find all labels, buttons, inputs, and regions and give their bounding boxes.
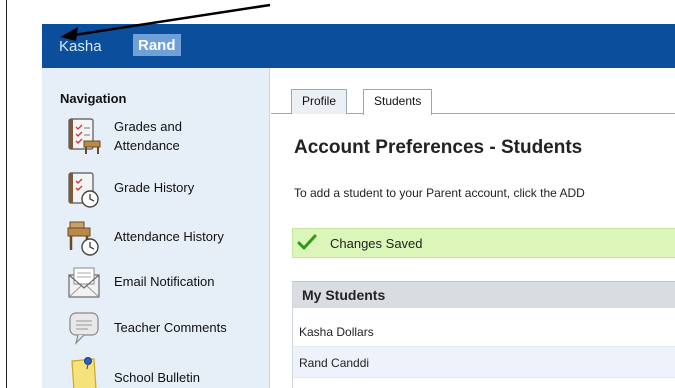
email-notification-icon: [68, 267, 100, 298]
changes-saved-text: Changes Saved: [330, 236, 423, 251]
window-top-area: [6, 0, 675, 22]
my-students-header: My Students: [293, 281, 675, 308]
sidebar-item-label: Grades and: [114, 119, 182, 134]
tab-strip: Profile Students: [271, 86, 675, 115]
my-students-title: My Students: [302, 287, 386, 303]
tab-profile[interactable]: Profile: [291, 89, 348, 114]
tab-students[interactable]: Students: [363, 89, 433, 115]
sidebar-item-label: Grade History: [114, 180, 195, 195]
teacher-comments-icon: [69, 312, 99, 345]
sidebar-item-label: School Bulletin: [114, 370, 200, 385]
sidebar-item-school-bulletin[interactable]: School Bulletin: [66, 355, 266, 388]
student-selector-kasha[interactable]: Kasha: [59, 38, 102, 55]
sidebar-item-label: Attendance: [114, 138, 180, 153]
sidebar-item-attendance-history[interactable]: Attendance History: [66, 220, 266, 264]
sidebar-item-grades-attendance[interactable]: Grades and Attendance: [66, 117, 266, 161]
list-item[interactable]: Rand Canddi: [293, 347, 675, 378]
window-left-border: [6, 0, 7, 388]
attendance-history-icon: [67, 221, 99, 256]
check-icon: [297, 234, 317, 250]
header-bar: Kasha Rand: [42, 24, 675, 68]
my-students-panel: My Students Kasha Dollars Rand Canddi: [292, 281, 675, 388]
grades-attendance-icon: [68, 118, 101, 154]
sidebar-item-email-notification[interactable]: Email Notification: [66, 265, 266, 309]
page-title: Account Preferences - Students: [294, 137, 583, 158]
instructions-text: To add a student to your Parent account,…: [294, 186, 585, 200]
sidebar-item-label: Email Notification: [114, 274, 215, 289]
changes-saved-banner: Changes Saved: [292, 228, 675, 258]
school-bulletin-icon: [71, 357, 97, 388]
list-item[interactable]: Kasha Dollars: [293, 316, 675, 347]
sidebar-navigation: Navigation Grades and Attendance Grade H…: [42, 68, 270, 388]
sidebar-item-grade-history[interactable]: Grade History: [66, 171, 266, 215]
student-name: Kasha Dollars: [299, 325, 374, 339]
sidebar-item-teacher-comments[interactable]: Teacher Comments: [66, 309, 266, 353]
sidebar-item-label: Teacher Comments: [114, 320, 227, 335]
main-content: Profile Students Account Preferences - S…: [271, 68, 675, 388]
student-selector-rand[interactable]: Rand: [133, 34, 181, 56]
student-name: Rand Canddi: [299, 356, 370, 370]
navigation-heading: Navigation: [60, 91, 127, 106]
grade-history-icon: [68, 172, 99, 208]
sidebar-item-label: Attendance History: [114, 229, 224, 244]
